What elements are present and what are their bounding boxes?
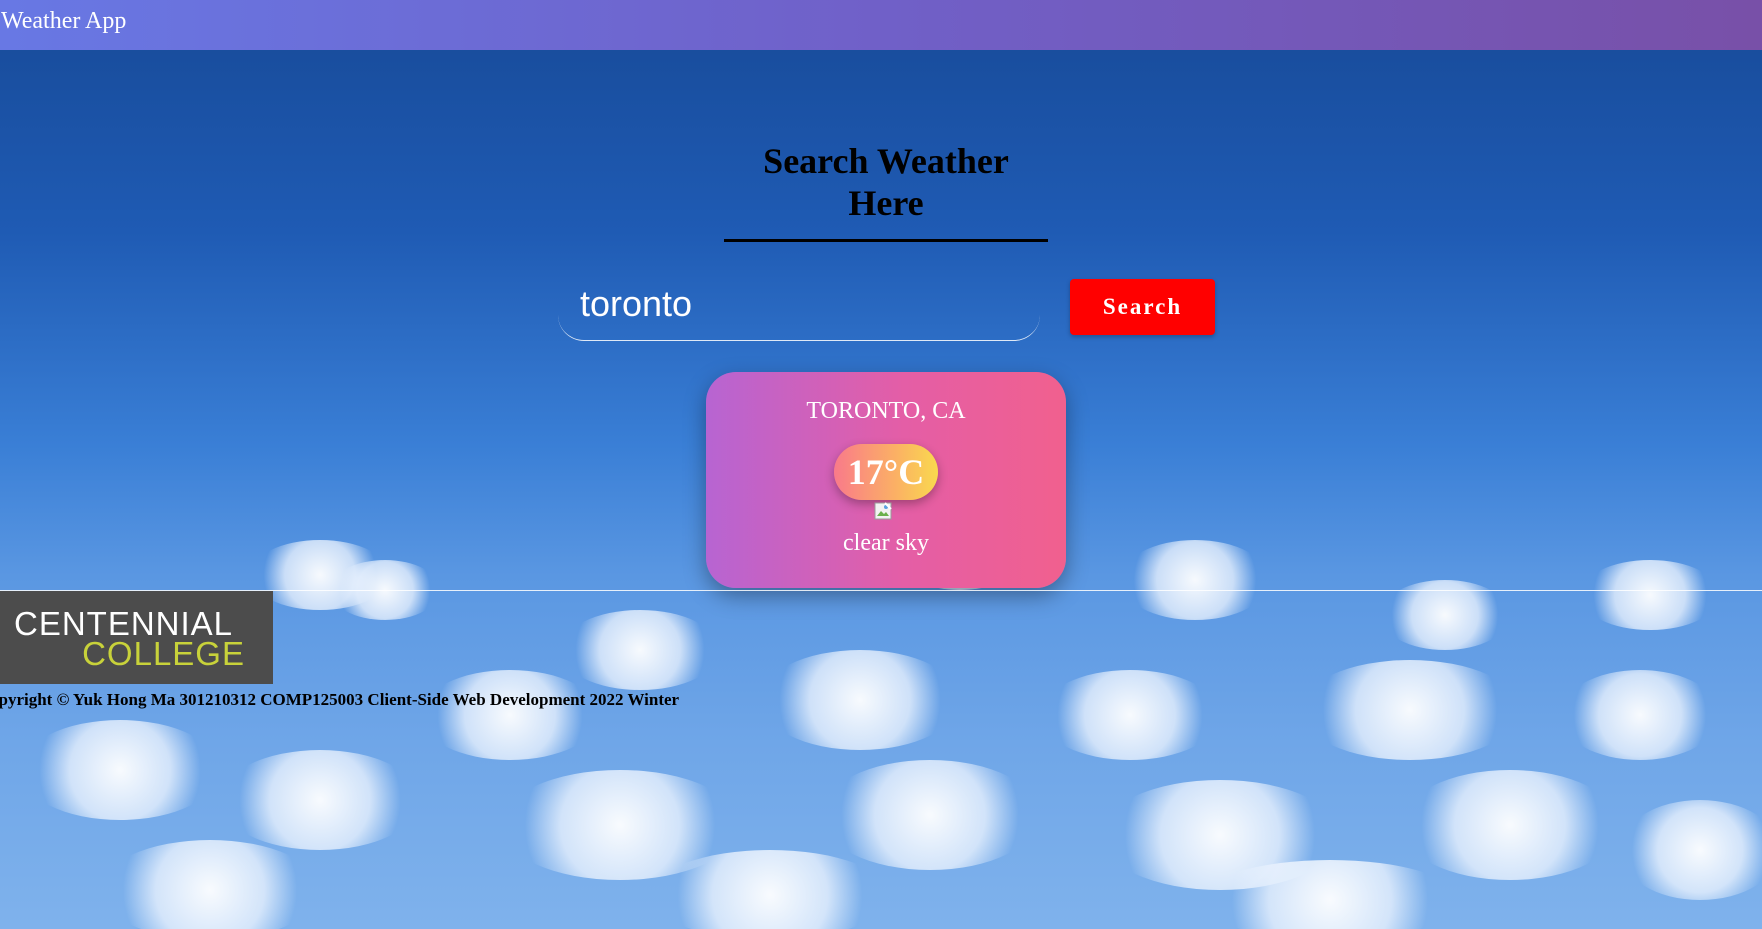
city-name: TORONTO, CA [806,398,966,424]
city-search-input[interactable] [558,276,1040,341]
search-heading: Search Weather Here [763,141,1009,223]
copyright-text: opyright © Yuk Hong Ma 301210312 COMP125… [0,690,680,709]
college-logo: CENTENNIAL COLLEGE [0,591,273,684]
search-button[interactable]: Search [1070,279,1215,335]
navbar: Weather App [0,0,1762,50]
logo-line-2: COLLEGE [82,635,245,672]
weather-card: TORONTO, CA 17°C clear sky [706,372,1066,588]
temperature-badge: 17°C [834,444,938,500]
broken-image-icon [874,502,892,520]
app-title[interactable]: Weather App [1,8,126,35]
heading-underline [724,239,1048,242]
weather-description: clear sky [843,530,929,556]
